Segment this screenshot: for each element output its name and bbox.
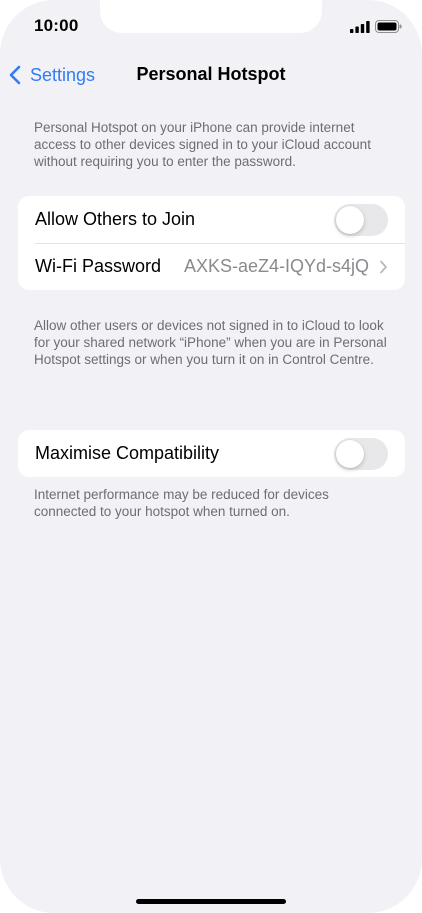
compatibility-group: Maximise Compatibility (18, 430, 405, 477)
maximise-compatibility-toggle[interactable] (334, 437, 388, 470)
allow-others-label: Allow Others to Join (35, 209, 196, 229)
chevron-right-icon (380, 260, 387, 273)
maximise-compatibility-label: Maximise Compatibility (35, 443, 220, 463)
wifi-password-row[interactable]: Wi-Fi Password AXKS-aeZ4-IQYd-s4jQ (18, 243, 405, 290)
toggle-knob (336, 439, 364, 468)
status-time: 10:00 (34, 16, 79, 35)
allow-others-note: Allow other users or devices not signed … (34, 318, 387, 367)
phone-screen: 10:00 Settings Personal Hotspot Personal… (0, 0, 422, 913)
home-indicator[interactable] (136, 899, 286, 904)
page-title: Personal Hotspot (136, 64, 286, 84)
intro-note: Personal Hotspot on your iPhone can prov… (34, 120, 371, 169)
wifi-password-label: Wi-Fi Password (35, 256, 162, 276)
allow-others-toggle[interactable] (334, 203, 388, 236)
notch (100, 0, 322, 33)
signal-bars-icon (350, 21, 370, 33)
toggle-knob (336, 205, 364, 234)
allow-others-row: Allow Others to Join (18, 196, 405, 243)
compatibility-note: Internet performance may be reduced for … (34, 487, 329, 519)
wifi-password-value: AXKS-aeZ4-IQYd-s4jQ (183, 256, 369, 276)
battery-icon (375, 20, 402, 33)
hotspot-settings-group: Allow Others to Join Wi-Fi Password AXKS… (18, 196, 405, 290)
maximise-compatibility-row: Maximise Compatibility (18, 430, 405, 477)
